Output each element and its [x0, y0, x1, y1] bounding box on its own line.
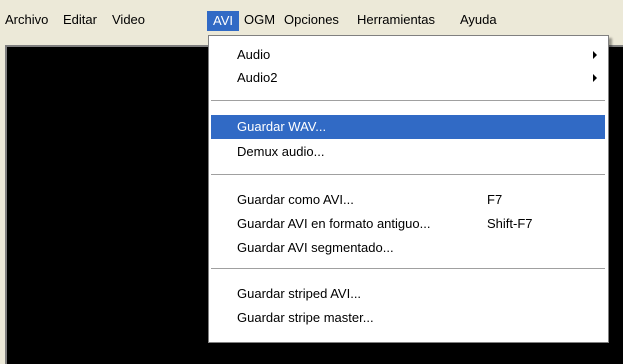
- menu-item-label: Guardar stripe master...: [237, 310, 374, 325]
- menu-ayuda[interactable]: Ayuda: [460, 9, 497, 31]
- chevron-right-icon: [593, 74, 597, 82]
- menu-item-guardar-stripe-master[interactable]: Guardar stripe master...: [211, 306, 605, 330]
- menu-item-guardar-wav[interactable]: Guardar WAV...: [211, 115, 605, 139]
- avi-menu-dropdown: Audio Audio2 Guardar WAV... Demux audio.…: [208, 35, 609, 343]
- menu-video[interactable]: Video: [112, 9, 145, 31]
- menu-editar[interactable]: Editar: [63, 9, 97, 31]
- menu-ogm[interactable]: OGM: [244, 9, 275, 31]
- menu-item-label: Audio: [237, 47, 271, 62]
- menu-bar: Archivo Editar Video AVI OGM Opciones He…: [0, 0, 623, 35]
- menu-item-guardar-avi-antiguo[interactable]: Guardar AVI en formato antiguo... Shift-…: [211, 212, 605, 236]
- menu-separator: [211, 174, 605, 176]
- menu-separator: [211, 100, 605, 102]
- menu-item-label: Demux audio...: [237, 144, 325, 159]
- menu-item-demux-audio[interactable]: Demux audio...: [211, 140, 605, 164]
- menu-opciones[interactable]: Opciones: [284, 9, 339, 31]
- chevron-right-icon: [593, 51, 597, 59]
- menu-item-audio2[interactable]: Audio2: [211, 66, 605, 90]
- menu-herramientas[interactable]: Herramientas: [357, 9, 435, 31]
- menu-avi[interactable]: AVI: [207, 11, 239, 31]
- menu-item-label: Guardar striped AVI...: [237, 286, 362, 301]
- menu-separator: [211, 268, 605, 270]
- menu-item-shortcut: F7: [487, 192, 503, 207]
- menu-item-label: Guardar WAV...: [237, 119, 327, 134]
- menu-item-guardar-avi-segmentado[interactable]: Guardar AVI segmentado...: [211, 236, 605, 260]
- menu-item-guardar-como-avi[interactable]: Guardar como AVI... F7: [211, 188, 605, 212]
- menu-item-label: Guardar AVI segmentado...: [237, 240, 394, 255]
- menu-item-label: Audio2: [237, 70, 278, 85]
- menu-item-audio[interactable]: Audio: [211, 43, 605, 67]
- menu-item-label: Guardar como AVI...: [237, 192, 354, 207]
- menu-item-guardar-striped-avi[interactable]: Guardar striped AVI...: [211, 282, 605, 306]
- menu-item-shortcut: Shift-F7: [487, 216, 533, 231]
- menu-archivo[interactable]: Archivo: [5, 9, 48, 31]
- menu-item-label: Guardar AVI en formato antiguo...: [237, 216, 431, 231]
